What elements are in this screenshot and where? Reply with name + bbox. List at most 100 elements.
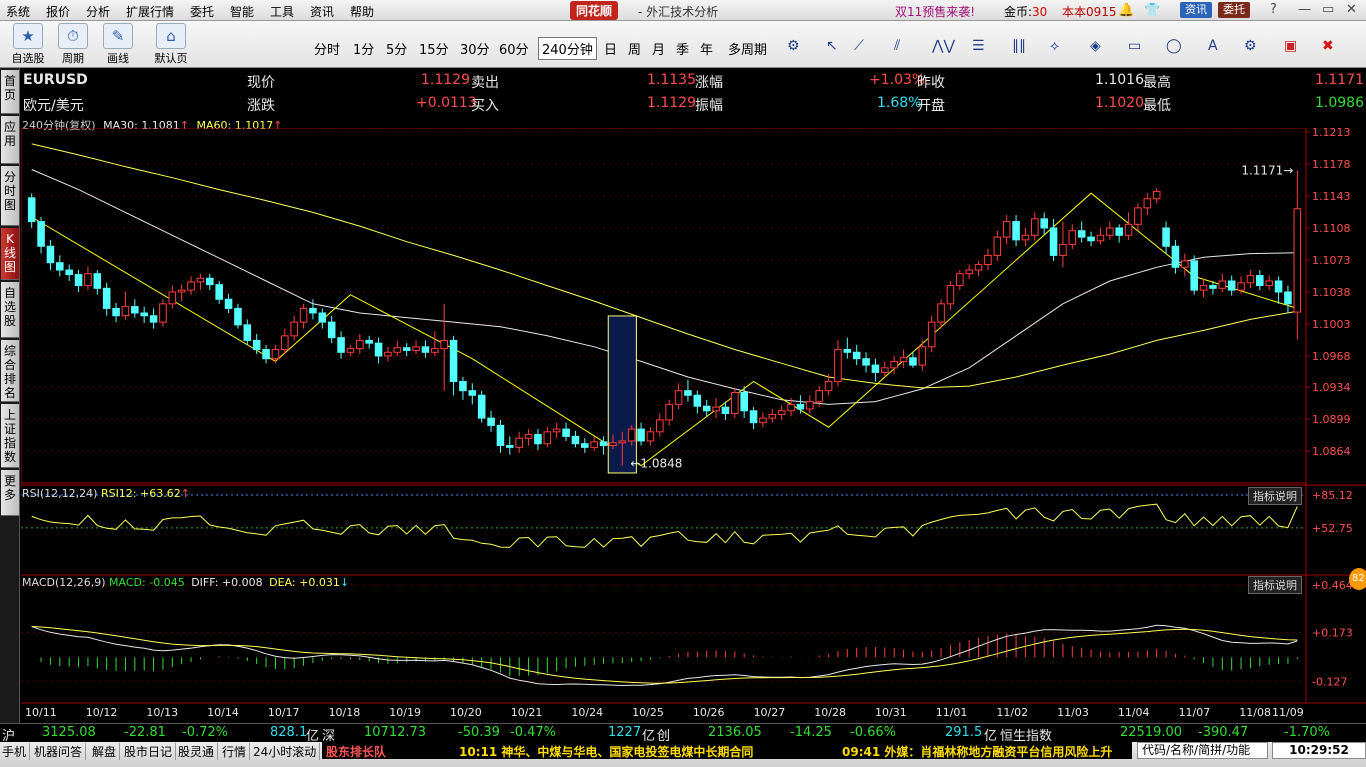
candle-body <box>440 339 448 350</box>
tab-apps[interactable]: 应用 <box>1 116 19 164</box>
bell-icon[interactable]: 🔔 <box>1118 3 1134 18</box>
candle-body <box>712 406 720 412</box>
date-tick-label: 10/25 <box>632 706 664 719</box>
rsi-help-button[interactable]: 指标说明 <box>1248 487 1302 505</box>
news-item-1[interactable]: 股东排长队 <box>326 743 386 760</box>
period-60m[interactable]: 60分 <box>499 39 529 58</box>
ellipse-tool-icon[interactable]: ◯ <box>1166 38 1182 54</box>
tool-settings-icon[interactable]: ⚙ <box>1244 38 1257 54</box>
save-drawing-icon[interactable]: ▣ <box>1284 38 1297 54</box>
period-timeshare[interactable]: 分时 <box>314 39 340 58</box>
code-search-input[interactable]: 代码/名称/简拼/功能 <box>1137 742 1268 759</box>
trade-button[interactable]: 委托 <box>1218 2 1250 18</box>
candle-body <box>412 346 420 351</box>
bottom-tab-diary[interactable]: 股市日记 <box>124 743 177 760</box>
value-low: 1.0986 <box>1315 95 1364 111</box>
close-icon[interactable]: ✕ <box>1346 2 1357 17</box>
candle-body <box>468 390 477 396</box>
promo-link[interactable]: 双11预售来袭! <box>895 3 975 20</box>
rect-tool-icon[interactable]: ▭ <box>1128 38 1141 54</box>
period-day[interactable]: 日 <box>604 39 617 58</box>
menu-news[interactable]: 资讯 <box>310 3 334 20</box>
sz-change: -50.39 <box>458 725 500 740</box>
menu-trade[interactable]: 委托 <box>190 3 214 20</box>
bottom-tab-gulingtong[interactable]: 股灵通 <box>178 743 219 760</box>
left-tab-strip: 首页 应用 分时图 K线图 自选股 综合排名 上证指数 更多 <box>0 68 20 743</box>
bottom-tab-quote[interactable]: 行情 <box>222 743 251 760</box>
price-tick-label: 1.1178 <box>1312 158 1351 171</box>
menu-analysis[interactable]: 分析 <box>86 3 110 20</box>
line-tool-icon[interactable]: ⟋ <box>854 38 864 54</box>
menu-system[interactable]: 系统 <box>6 3 30 20</box>
candle-body <box>562 428 570 437</box>
period-multi[interactable]: 多周期 <box>728 39 767 58</box>
news-item-3[interactable]: 09:41 外媒：肖福林称地方融资平台信用风险上升 <box>842 743 1112 760</box>
hs-change: -390.47 <box>1198 725 1249 740</box>
sz-index: 10712.73 <box>364 725 427 740</box>
high-annotation: 1.1171→ <box>1241 163 1293 177</box>
bars-tool-icon[interactable]: ∥∥ <box>1012 38 1026 54</box>
fib-tool-icon[interactable]: ☰ <box>972 38 985 54</box>
period-season[interactable]: 季 <box>676 39 689 58</box>
delete-drawing-icon[interactable]: ✖ <box>1322 38 1334 54</box>
wave-tool-icon[interactable]: ⋀⋁ <box>932 38 955 54</box>
candle-body <box>356 339 364 350</box>
period-5m[interactable]: 5分 <box>386 39 407 58</box>
value-amp: 1.68% <box>877 95 922 111</box>
period-30m[interactable]: 30分 <box>460 39 490 58</box>
draw-line-button[interactable]: ✎ 画线 <box>98 23 138 66</box>
period-button[interactable]: ⏱ 周期 <box>54 23 92 66</box>
tab-home[interactable]: 首页 <box>1 70 19 114</box>
candle-body <box>524 434 533 439</box>
tab-kline[interactable]: K线图 <box>1 228 19 280</box>
candle-body <box>721 406 730 415</box>
tab-more[interactable]: 更多 <box>1 470 19 516</box>
help-icon[interactable]: ? <box>1270 2 1277 17</box>
minimize-icon[interactable]: — <box>1298 2 1311 17</box>
notification-badge[interactable]: 82 <box>1349 568 1366 590</box>
date-tick-label: 10/18 <box>329 706 361 719</box>
menu-help[interactable]: 帮助 <box>350 3 374 20</box>
bottom-tab-robot[interactable]: 机器问答 <box>34 743 87 760</box>
news-item-2[interactable]: 10:11 神华、中煤与华电、国家电投签电煤中长期合同 <box>459 743 753 760</box>
menu-ext-quote[interactable]: 扩展行情 <box>126 3 174 20</box>
period-1m[interactable]: 1分 <box>353 39 374 58</box>
text-tool-icon[interactable]: A <box>1208 38 1218 54</box>
cursor-icon[interactable]: ↖ <box>826 38 838 54</box>
bottom-tab-24h[interactable]: 24小时滚动 <box>253 743 321 760</box>
menu-smart[interactable]: 智能 <box>230 3 254 20</box>
news-ticker[interactable]: 股东排长队 10:11 神华、中煤与华电、国家电投签电煤中长期合同 09:41 … <box>322 742 1132 759</box>
tab-watchlist[interactable]: 自选股 <box>1 282 19 338</box>
value-buy: 1.1129 <box>647 95 696 111</box>
candle-body <box>506 445 514 448</box>
period-week[interactable]: 周 <box>628 39 641 58</box>
news-button[interactable]: 资讯 <box>1180 2 1212 18</box>
cy-change: -14.25 <box>790 725 832 740</box>
menu-tools[interactable]: 工具 <box>270 3 294 20</box>
tab-timeshare[interactable]: 分时图 <box>1 166 19 226</box>
settings-gear-icon[interactable]: ⚙ <box>787 38 800 54</box>
tab-ranking[interactable]: 综合排名 <box>1 340 19 402</box>
watchlist-button[interactable]: ★ 自选股 <box>8 23 48 66</box>
channel-tool-icon[interactable]: ⟡ <box>1050 38 1059 54</box>
layers-tool-icon[interactable]: ◈ <box>1090 38 1101 54</box>
bottom-tab-mobile[interactable]: 手机 <box>2 743 31 760</box>
tab-sh-index[interactable]: 上证指数 <box>1 404 19 468</box>
candle-body <box>909 357 917 366</box>
period-15m[interactable]: 15分 <box>419 39 449 58</box>
default-page-button[interactable]: ⌂ 默认页 <box>150 23 192 66</box>
maximize-icon[interactable]: ▭ <box>1322 2 1334 17</box>
coins-value: 30 <box>1032 5 1048 19</box>
period-month[interactable]: 月 <box>652 39 665 58</box>
kline-chart[interactable]: 1.1213 1.1178 1.1143 1.1108 1.1073 1.1038 1.10… <box>21 128 1366 723</box>
shirt-icon[interactable]: 👕 <box>1144 3 1160 18</box>
period-240m[interactable]: 240分钟 <box>538 37 597 60</box>
account-name[interactable]: 本本0915 <box>1062 3 1117 20</box>
period-year[interactable]: 年 <box>700 39 713 58</box>
bottom-tab-analysis[interactable]: 解盘 <box>92 743 121 760</box>
macd-help-button[interactable]: 指标说明 <box>1248 576 1302 594</box>
parallel-line-icon[interactable]: ⫽ <box>894 38 900 54</box>
candle-body <box>1068 230 1077 245</box>
menu-quote[interactable]: 报价 <box>46 3 70 20</box>
date-tick-label: 11/01 <box>936 706 968 719</box>
